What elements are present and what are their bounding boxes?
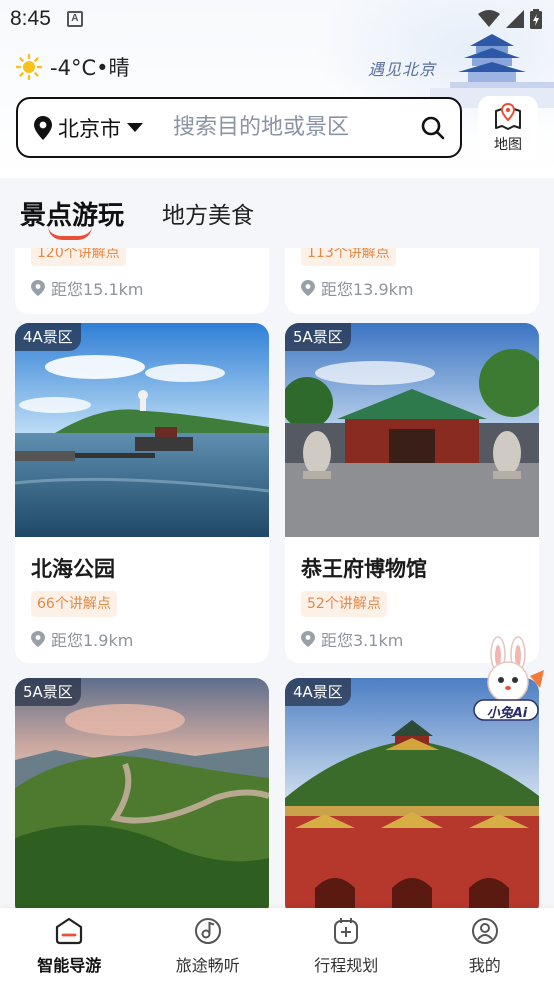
rating-badge: 5A景区: [15, 678, 81, 706]
music-icon: [194, 918, 221, 944]
rating-badge: 4A景区: [15, 323, 81, 351]
nav-travel-audio[interactable]: 旅途畅听: [148, 916, 268, 976]
nav-profile[interactable]: 我的: [425, 916, 545, 976]
points-pill: 120个讲解点: [31, 248, 126, 266]
attraction-card[interactable]: 113个讲解点 距您13.9km: [285, 248, 539, 314]
points-pill: 52个讲解点: [301, 591, 387, 617]
nav-label: 行程规划: [314, 956, 379, 975]
slogan-text: 遇见北京: [368, 60, 437, 79]
nav-label: 旅途畅听: [175, 956, 240, 975]
city-selector[interactable]: 北京市: [34, 113, 143, 143]
nav-label: 智能导游: [37, 956, 102, 975]
rating-badge: 5A景区: [285, 323, 351, 351]
attraction-card-beihai[interactable]: 4A景区 北海公园 66个讲解点 距您1.9km: [15, 323, 269, 663]
attraction-name: 北海公园: [31, 557, 115, 581]
distance-text: 距您15.1km: [51, 280, 144, 299]
attraction-card-gongwangfu[interactable]: 5A景区 恭王府博物馆 52个讲解点 距您3.1km: [285, 323, 539, 663]
location-pin-icon: [34, 115, 52, 140]
attraction-card[interactable]: 120个讲解点 距您15.1km: [15, 248, 269, 314]
distance-row: 距您15.1km: [31, 276, 253, 300]
status-bar: 8:45 A: [0, 0, 554, 38]
attraction-photo: 4A景区: [15, 323, 269, 537]
status-time: 8:45: [10, 7, 51, 30]
signal-icon: [506, 10, 524, 28]
rating-badge: 4A景区: [285, 678, 351, 706]
attraction-photo: 5A景区: [285, 323, 539, 537]
nav-smart-guide[interactable]: 智能导游: [9, 916, 129, 976]
wifi-icon: [478, 10, 500, 27]
points-pill: 113个讲解点: [301, 248, 396, 266]
ai-assistant-button[interactable]: 小兔Ai: [472, 636, 546, 726]
location-pin-icon: [301, 280, 315, 296]
sun-icon: [16, 54, 42, 80]
plan-icon: [334, 918, 359, 944]
attraction-photo: 5A景区: [15, 678, 269, 908]
map-button[interactable]: 地图: [478, 96, 538, 160]
battery-icon: [530, 9, 542, 29]
search-input[interactable]: [173, 115, 420, 140]
category-tabs: 景点游玩 地方美食: [0, 178, 554, 248]
search-bar: 北京市: [16, 97, 462, 158]
map-icon: [495, 102, 521, 130]
tab-local-food[interactable]: 地方美食: [162, 196, 254, 230]
nav-itinerary[interactable]: 行程规划: [286, 916, 406, 976]
map-label: 地图: [494, 137, 522, 153]
profile-icon: [471, 918, 498, 944]
notification-a-icon: A: [66, 11, 83, 27]
search-icon[interactable]: [420, 115, 446, 141]
attraction-name: 恭王府博物馆: [301, 557, 427, 581]
distance-row: 距您1.9km: [31, 627, 253, 651]
attraction-list[interactable]: 120个讲解点 距您15.1km 113个讲解点 距您13.9km 4A景区 北…: [0, 248, 554, 908]
city-name: 北京市: [58, 116, 121, 141]
distance-text: 距您13.9km: [321, 280, 414, 299]
location-pin-icon: [301, 631, 315, 647]
weather-text: -4°C•晴: [50, 56, 130, 80]
location-pin-icon: [31, 280, 45, 296]
attraction-card-great-wall[interactable]: 5A景区: [15, 678, 269, 908]
home-icon: [56, 917, 83, 945]
bottom-navigation: 智能导游 旅途畅听 行程规划 我的: [0, 908, 554, 984]
ai-assistant-label: 小兔Ai: [486, 706, 528, 721]
location-pin-icon: [31, 631, 45, 647]
distance-text: 距您3.1km: [321, 631, 404, 650]
tab-attractions[interactable]: 景点游玩: [20, 195, 124, 240]
weather-widget: -4°C•晴: [16, 52, 130, 82]
points-pill: 66个讲解点: [31, 591, 117, 617]
nav-label: 我的: [468, 956, 501, 975]
distance-text: 距您1.9km: [51, 631, 134, 650]
chevron-down-icon: [127, 122, 143, 132]
distance-row: 距您13.9km: [301, 276, 523, 300]
